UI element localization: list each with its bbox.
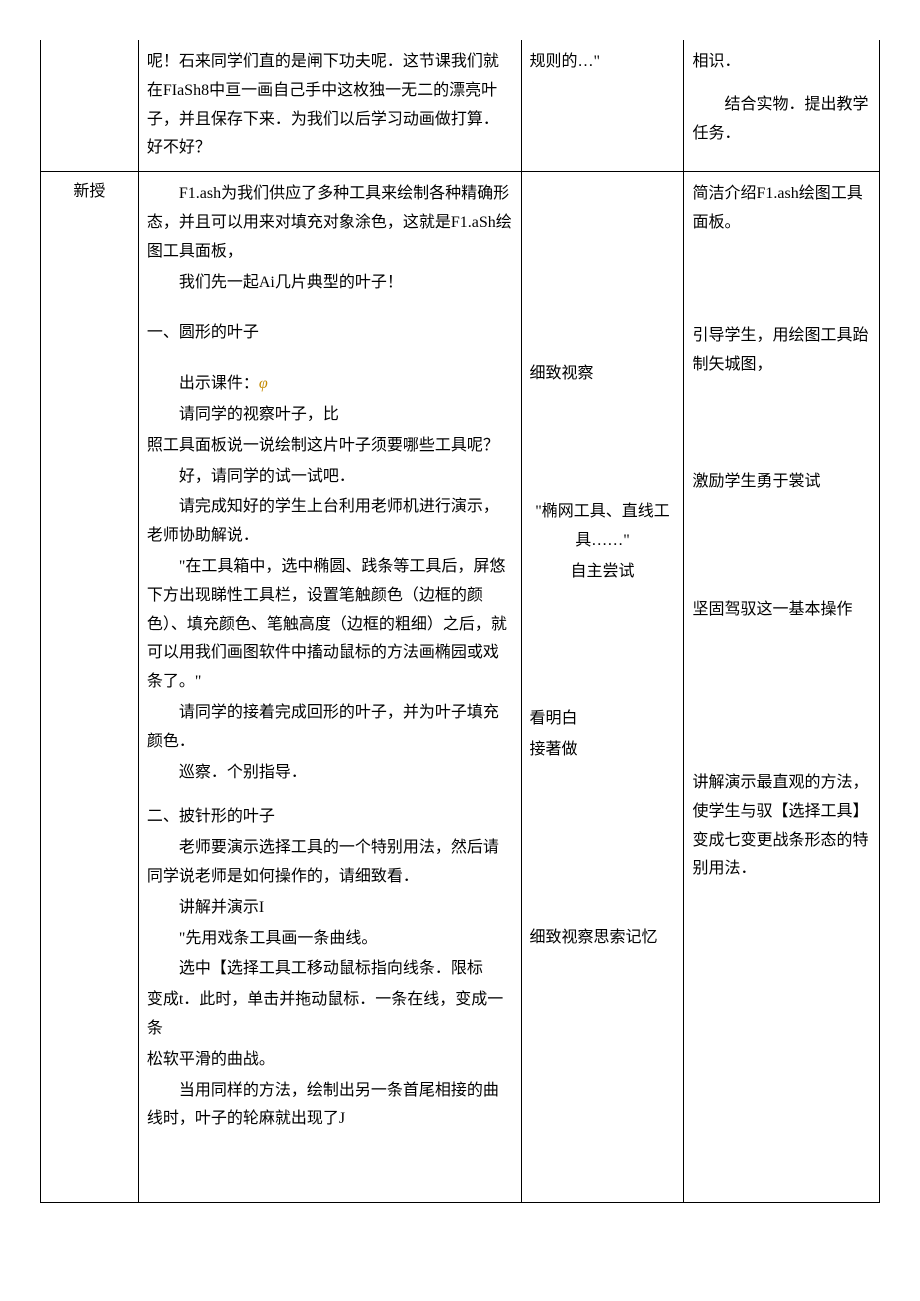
cell-teacher-2: F1.ash为我们供应了多种工具来绘制各种精确形态，并且可以用来对填充对象涂色，… xyxy=(138,172,521,1203)
text: 讲解演示最直观的方法，使学生与驭【选择工具】变成七变更战条形态的特别用法． xyxy=(692,769,871,884)
text: 引导学生，用绘图工具跆制矢城图， xyxy=(692,322,871,380)
text: 讲解并演示I xyxy=(147,894,513,923)
text: "先用戏条工具画一条曲线。 xyxy=(147,925,513,954)
text: 看明白 xyxy=(530,705,676,734)
text: 出示课件：φ xyxy=(147,370,513,399)
text: 激励学生勇于裳试 xyxy=(692,468,871,497)
text: 巡察．个别指导． xyxy=(147,759,513,788)
text: 细致视察思索记忆 xyxy=(530,924,676,953)
text: 松软平滑的曲战。 xyxy=(147,1046,513,1075)
text: 老师要演示选择工具的一个特别用法，然后请同学说老师是如何操作的，请细致看． xyxy=(147,834,513,892)
table-row: 呢！石来同学们直的是闸下功夫呢．这节课我们就在FIaSh8中亘一画自己手中这枚独… xyxy=(41,40,880,172)
text: 请完成知好的学生上台利用老师机进行演示，老师协助解说． xyxy=(147,493,513,551)
cell-teacher-1: 呢！石来同学们直的是闸下功夫呢．这节课我们就在FIaSh8中亘一画自己手中这枚独… xyxy=(138,40,521,172)
heading: 二、披针形的叶子 xyxy=(147,803,513,832)
phi-symbol: φ xyxy=(259,375,268,392)
cell-stage-1 xyxy=(41,40,139,172)
cell-stage-2: 新授 xyxy=(41,172,139,1203)
text: 细致视察 xyxy=(530,360,676,389)
cell-student-2: 细致视察 "椭网工具、直线工具……" 自主尝试 看明白 接著做 细致视察思索记忆 xyxy=(521,172,684,1203)
text: 出示课件： xyxy=(179,375,259,392)
text: 结合实物．提出教学任务． xyxy=(692,91,871,149)
stage-label: 新授 xyxy=(73,183,105,200)
text: 选中【选择工具工移动鼠标指向线条．限标 xyxy=(147,955,513,984)
cell-intent-1: 相识． 结合实物．提出教学任务． xyxy=(684,40,880,172)
cell-student-1: 规则的…" xyxy=(521,40,684,172)
text: 规则的…" xyxy=(530,48,676,77)
text: 照工具面板说一说绘制这片叶子须要哪些工具呢？ xyxy=(147,432,513,461)
text: 我们先一起Ai几片典型的叶子！ xyxy=(147,269,513,298)
text: 请同学的视察叶子，比 xyxy=(147,401,513,430)
text: 呢！石来同学们直的是闸下功夫呢．这节课我们就在FIaSh8中亘一画自己手中这枚独… xyxy=(147,48,513,163)
text: 好，请同学的试一试吧． xyxy=(147,463,513,492)
text: 接著做 xyxy=(530,736,676,765)
text: 请同学的接着完成回形的叶子，并为叶子填充颜色． xyxy=(147,699,513,757)
table-row: 新授 F1.ash为我们供应了多种工具来绘制各种精确形态，并且可以用来对填充对象… xyxy=(41,172,880,1203)
text: "椭网工具、直线工具……" xyxy=(530,498,676,556)
lesson-plan-table: 呢！石来同学们直的是闸下功夫呢．这节课我们就在FIaSh8中亘一画自己手中这枚独… xyxy=(40,40,880,1203)
text: 坚固驾驭这一基本操作 xyxy=(692,596,871,625)
text: 简洁介绍F1.ash绘图工具面板。 xyxy=(692,180,871,238)
cell-intent-2: 简洁介绍F1.ash绘图工具面板。 引导学生，用绘图工具跆制矢城图， 激励学生勇… xyxy=(684,172,880,1203)
text: 变成t．此时，单击并拖动鼠标．一条在线，变成一条 xyxy=(147,986,513,1044)
heading: 一、圆形的叶子 xyxy=(147,319,513,348)
text: F1.ash为我们供应了多种工具来绘制各种精确形态，并且可以用来对填充对象涂色，… xyxy=(147,180,513,266)
text: 当用同样的方法，绘制出另一条首尾相接的曲线时，叶子的轮麻就出现了J xyxy=(147,1077,513,1135)
text: 自主尝试 xyxy=(530,558,676,587)
text: 相识． xyxy=(692,48,871,77)
text: "在工具箱中，选中椭圆、践条等工具后，屏悠下方出现睇性工具栏，设置笔触颜色（边框… xyxy=(147,553,513,697)
